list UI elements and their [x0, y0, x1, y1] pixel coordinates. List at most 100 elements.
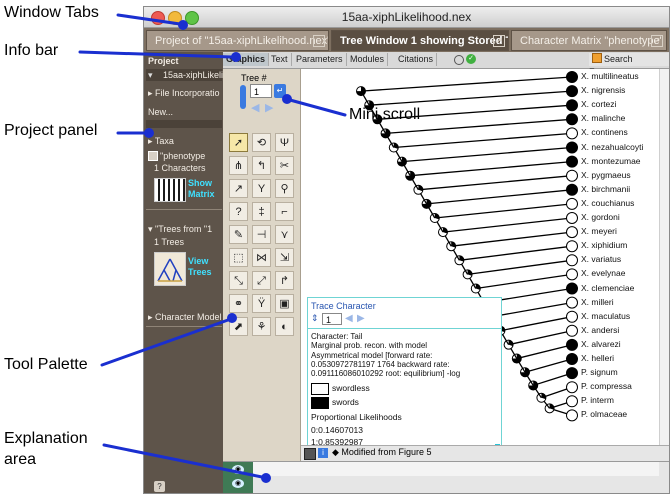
- taxon-label[interactable]: X. continens: [581, 127, 628, 137]
- tip-state-circle[interactable]: [566, 85, 578, 98]
- taxon-label[interactable]: X. helleri: [581, 353, 614, 363]
- check-icon[interactable]: ✓: [466, 54, 476, 64]
- tree-number-field[interactable]: 1: [250, 84, 272, 98]
- tip-state-circle[interactable]: [566, 395, 578, 408]
- stretch-tool-icon[interactable]: ⊣: [252, 225, 271, 244]
- trees-block-item[interactable]: ▾ "Trees from "1: [148, 224, 212, 235]
- tab-character-matrix[interactable]: Character Matrix "phenotype" ↗: [511, 30, 667, 51]
- tab-close-icon[interactable]: ↗: [651, 35, 663, 47]
- taxon-label[interactable]: X. nigrensis: [581, 85, 625, 95]
- circle-icon[interactable]: [454, 55, 464, 65]
- tip-state-circle[interactable]: [566, 155, 578, 168]
- hook-tool-icon[interactable]: ↰: [252, 156, 271, 175]
- taxon-label[interactable]: P. signum: [581, 367, 618, 377]
- tip-state-circle[interactable]: [566, 282, 578, 295]
- show-matrix-link[interactable]: Show Matrix: [188, 178, 222, 200]
- tab-close-icon[interactable]: –: [313, 35, 325, 47]
- tip-state-circle[interactable]: [566, 71, 578, 83]
- taxon-label[interactable]: X. gordoni: [581, 212, 620, 222]
- prune-tool-icon[interactable]: ⋎: [275, 225, 294, 244]
- tip-state-circle[interactable]: [566, 353, 578, 365]
- taxon-label[interactable]: X. birchmanii: [581, 184, 630, 194]
- taxon-label[interactable]: X. montezumae: [581, 156, 641, 166]
- search-features-button[interactable]: Search Features: [589, 53, 669, 77]
- arrow-tool-icon[interactable]: ➚: [229, 133, 248, 152]
- taxon-label[interactable]: P. olmaceae: [581, 409, 627, 419]
- tip-state-circle[interactable]: [566, 212, 578, 224]
- tree-prev-icon[interactable]: ◀: [251, 101, 259, 114]
- tip-state-circle[interactable]: [566, 268, 578, 281]
- taxon-label[interactable]: X. evelynae: [581, 268, 625, 278]
- rotate-tool-icon[interactable]: ⟲: [252, 133, 271, 152]
- taxon-label[interactable]: X. maculatus: [581, 311, 630, 321]
- taxon-label[interactable]: X. couchianus: [581, 198, 634, 208]
- tip-state-circle[interactable]: [566, 409, 578, 422]
- help-button[interactable]: ?: [154, 481, 165, 492]
- taxon-label[interactable]: P. compressa: [581, 381, 632, 391]
- collapse-tool-icon[interactable]: ⋔: [229, 156, 248, 175]
- tip-state-circle[interactable]: [566, 381, 578, 394]
- select-tool-icon[interactable]: ⬚: [229, 248, 248, 267]
- phenotype-label[interactable]: "phenotype: [160, 151, 205, 161]
- character-model-item[interactable]: ▸ Character Model: [148, 312, 222, 323]
- taxon-label[interactable]: P. interm: [581, 395, 614, 405]
- eye-icon[interactable]: ◉: [232, 465, 244, 474]
- infobar-tab-parameters[interactable]: Parameters: [293, 53, 347, 66]
- tip-state-circle[interactable]: [566, 254, 578, 267]
- taxon-label[interactable]: X. alvarezi: [581, 339, 621, 349]
- taxon-label[interactable]: X. xiphidium: [581, 240, 627, 250]
- tip-state-circle[interactable]: [566, 226, 578, 239]
- pointer-tool-icon[interactable]: ⇲: [275, 248, 294, 267]
- trace-tool-icon[interactable]: ⚘: [252, 317, 271, 336]
- subtree-tool-icon[interactable]: ⋈: [252, 248, 271, 267]
- file-incorporation-item[interactable]: ▸ File Incorporatio: [148, 88, 220, 99]
- tree-scroll-handle[interactable]: [240, 85, 246, 109]
- tip-state-circle[interactable]: [566, 183, 578, 196]
- tree-next-icon[interactable]: ▶: [265, 101, 273, 114]
- new-item[interactable]: New...: [148, 107, 173, 117]
- infobar-tab-text[interactable]: Text: [268, 53, 292, 66]
- expand-tool-icon[interactable]: ⤢: [252, 271, 271, 290]
- explanation-text-field[interactable]: [253, 462, 659, 476]
- triangle-icon[interactable]: ▾: [148, 70, 153, 81]
- taxon-label[interactable]: X. meyeri: [581, 226, 617, 236]
- infobar-tab-graphics[interactable]: Graphics: [223, 53, 270, 66]
- ladder-tool-icon[interactable]: ‡: [252, 202, 271, 221]
- info-icon[interactable]: i: [318, 448, 328, 458]
- taxon-label[interactable]: X. cortezi: [581, 99, 616, 109]
- move-tool-icon[interactable]: ⤡: [229, 271, 248, 290]
- tab-project[interactable]: Project of "15aa-xiphLikelihood.nex" –: [146, 30, 329, 51]
- trace-scroll-handle[interactable]: ⇕: [311, 313, 321, 325]
- tab-close-icon[interactable]: ↗: [493, 35, 505, 47]
- taxon-label[interactable]: X. nezahualcoyti: [581, 142, 643, 152]
- fork-tool-icon[interactable]: Y: [252, 179, 271, 198]
- taxon-label[interactable]: X. variatus: [581, 254, 621, 264]
- tip-state-circle[interactable]: [566, 240, 578, 253]
- taxon-label[interactable]: X. milleri: [581, 297, 614, 307]
- trace-next-icon[interactable]: ▶: [357, 313, 365, 324]
- tip-state-circle[interactable]: [566, 367, 578, 380]
- reroot-tool-icon[interactable]: ↗: [229, 179, 248, 198]
- tip-state-circle[interactable]: [566, 127, 578, 140]
- step-tool-icon[interactable]: ⌐: [275, 202, 294, 221]
- trace-prev-icon[interactable]: ◀: [345, 313, 353, 324]
- arrow-branch-tool-icon[interactable]: ↱: [275, 271, 294, 290]
- paint-tool-icon[interactable]: ⬈: [229, 317, 248, 336]
- tip-state-circle[interactable]: [566, 296, 578, 309]
- project-file-name[interactable]: 15aa-xiphLikeli: [163, 70, 223, 80]
- tip-state-circle[interactable]: [566, 141, 578, 154]
- question-tool-icon[interactable]: ?: [229, 202, 248, 221]
- color-tool-icon[interactable]: ◐: [275, 317, 294, 336]
- tip-state-circle[interactable]: [566, 324, 578, 337]
- view-trees-link[interactable]: View Trees: [188, 256, 222, 278]
- taxa-item[interactable]: ▸ Taxa: [148, 136, 174, 147]
- trace-char-field[interactable]: 1: [322, 313, 342, 325]
- tip-state-circle[interactable]: [566, 197, 578, 210]
- infobar-tab-citations[interactable]: Citations: [395, 53, 438, 66]
- tip-state-circle[interactable]: [566, 310, 578, 323]
- taxon-label[interactable]: X. pygmaeus: [581, 170, 631, 180]
- tip-state-circle[interactable]: [566, 99, 578, 112]
- tip-state-circle[interactable]: [566, 338, 578, 351]
- taxon-label[interactable]: X. multilineatus: [581, 71, 639, 81]
- infobar-tab-modules[interactable]: Modules: [347, 53, 389, 66]
